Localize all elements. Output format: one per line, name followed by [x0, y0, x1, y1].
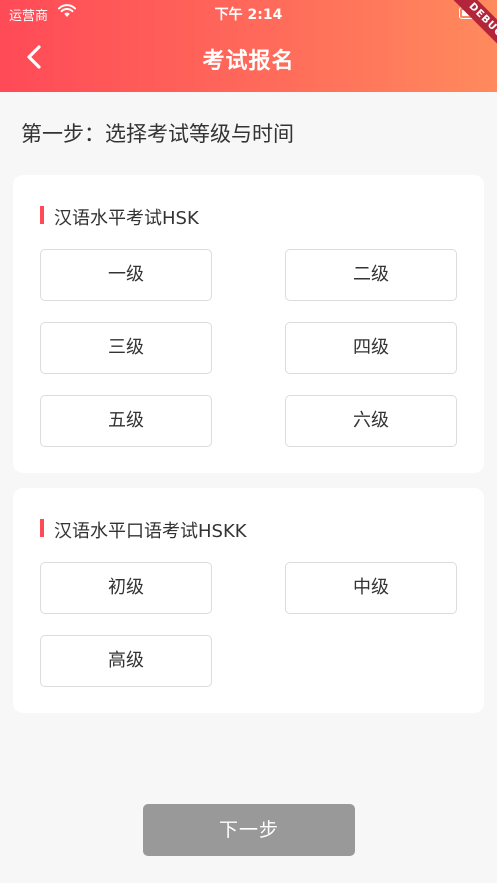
- page-title: 考试报名: [202, 49, 295, 74]
- level-button-hskk-advanced[interactable]: 高级: [40, 635, 212, 687]
- level-button-hsk-5[interactable]: 五级: [40, 395, 212, 447]
- level-button-hsk-1[interactable]: 一级: [40, 249, 212, 301]
- app-header: 运营商 下午 2:14 考试报名 DEBUG: [0, 0, 497, 92]
- section-title-hsk: 汉语水平考试HSK: [54, 208, 199, 229]
- hsk-section-card: 汉语水平考试HSK 一级 二级 三级 四级 五级 六级: [13, 175, 484, 473]
- level-button-hsk-4[interactable]: 四级: [285, 322, 457, 374]
- status-time: 下午 2:14: [214, 7, 283, 23]
- level-button-hsk-3[interactable]: 三级: [40, 322, 212, 374]
- hskk-section-card: 汉语水平口语考试HSKK 初级 中级 高级: [13, 488, 484, 713]
- section-title-hskk: 汉语水平口语考试HSKK: [54, 521, 247, 542]
- level-button-hsk-6[interactable]: 六级: [285, 395, 457, 447]
- next-step-button[interactable]: 下一步: [143, 804, 355, 856]
- level-button-hskk-intermediate[interactable]: 中级: [285, 562, 457, 614]
- status-bar: 运营商 下午 2:14: [0, 0, 497, 26]
- section-accent-bar: [40, 206, 44, 224]
- step-title: 第一步：选择考试等级与时间: [21, 122, 294, 146]
- level-button-hsk-2[interactable]: 二级: [285, 249, 457, 301]
- level-button-hskk-beginner[interactable]: 初级: [40, 562, 212, 614]
- section-accent-bar: [40, 519, 44, 537]
